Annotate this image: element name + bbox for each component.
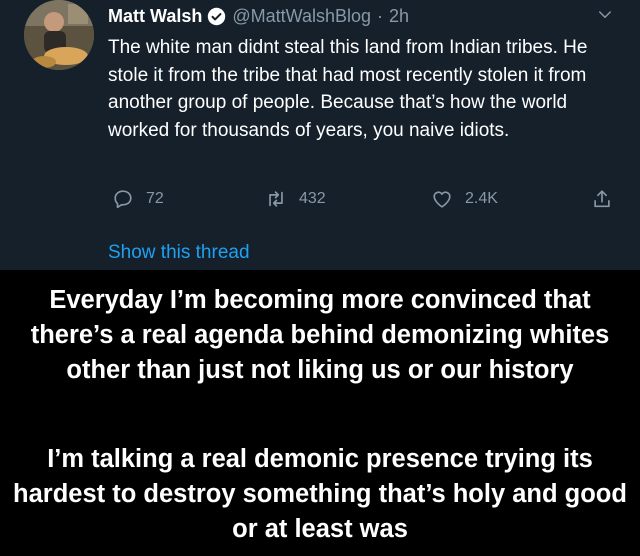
chevron-down-icon[interactable] [596,6,614,24]
caption-paragraph-2: I’m talking a real demonic presence tryi… [13,445,627,543]
avatar-photo [24,0,94,70]
retweet-count: 432 [299,190,326,207]
show-thread-link[interactable]: Show this thread [108,242,250,264]
author-handle[interactable]: @MattWalshBlog [232,6,371,27]
retweet-icon [269,191,283,207]
like-icon [433,191,451,208]
verified-badge-icon [208,7,226,25]
header-separator: · [377,5,383,26]
tweet-actions: 72 432 2.4K [0,188,640,214]
tweet-text: The white man didnt steal this land from… [108,37,588,141]
share-icon [594,190,610,208]
author-name[interactable]: Matt Walsh [108,6,202,27]
tweet-card: Matt Walsh @MattWalshBlog · 2h The white… [0,0,640,270]
tweet-header: Matt Walsh @MattWalshBlog · 2h [108,4,409,28]
like-button[interactable]: 2.4K [431,188,498,210]
avatar[interactable] [24,0,94,70]
reply-icon [114,190,132,209]
like-count: 2.4K [465,190,498,207]
reply-button[interactable]: 72 [112,188,164,210]
retweet-button[interactable]: 432 [265,188,326,210]
share-button[interactable] [591,188,625,210]
caption-paragraph-1: Everyday I’m becoming more convinced tha… [30,286,610,384]
reply-count: 72 [146,190,164,207]
tweet-time[interactable]: 2h [389,6,409,27]
